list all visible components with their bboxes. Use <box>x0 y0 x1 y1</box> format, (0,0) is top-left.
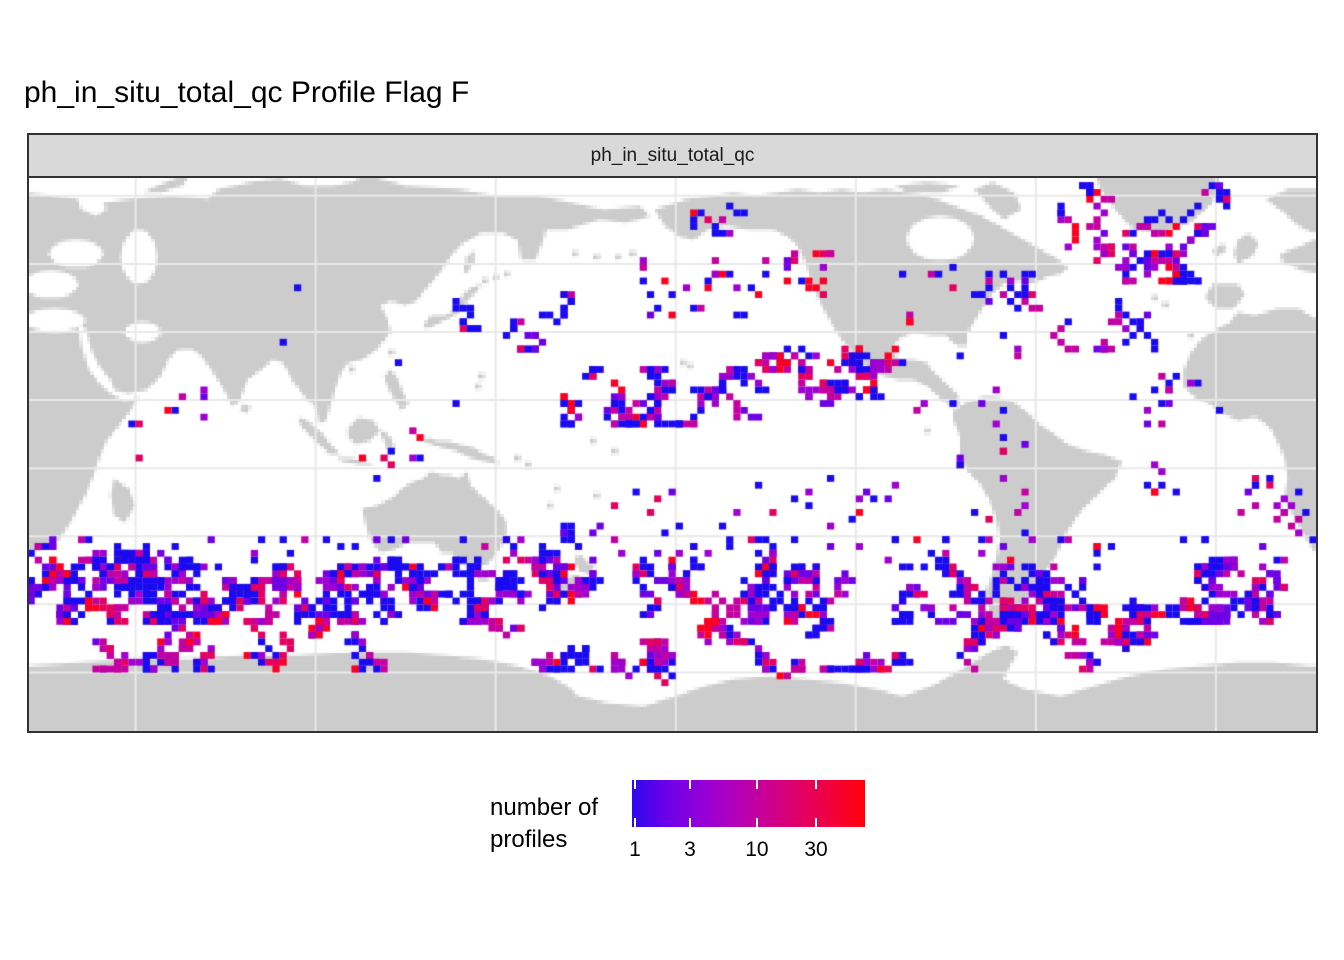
colorbar-tick-label: 10 <box>745 838 768 862</box>
legend-title-line1: number of <box>490 792 598 824</box>
figure: ph_in_situ_total_qc Profile Flag F ph_in… <box>0 0 1344 960</box>
colorbar-tick-mark <box>756 818 758 827</box>
map-panel <box>27 176 1318 733</box>
colorbar-tick-mark <box>689 818 691 827</box>
legend-colorbar <box>632 780 865 827</box>
colorbar-tick-mark <box>634 818 636 827</box>
colorbar-tick-mark <box>634 780 636 789</box>
facet-strip-label: ph_in_situ_total_qc <box>591 145 755 167</box>
colorbar-tick-label: 1 <box>629 838 641 862</box>
colorbar-tick-mark <box>815 818 817 827</box>
figure-title: ph_in_situ_total_qc Profile Flag F <box>24 76 469 110</box>
facet-strip: ph_in_situ_total_qc <box>27 133 1318 178</box>
legend-title: number of profiles <box>490 792 598 856</box>
colorbar-tick-mark <box>815 780 817 789</box>
legend-title-line2: profiles <box>490 824 598 856</box>
legend-tick-labels: 1 3 10 30 <box>632 838 865 862</box>
world-map-canvas <box>29 178 1316 731</box>
colorbar-tick-label: 3 <box>684 838 696 862</box>
colorbar-tick-mark <box>756 780 758 789</box>
colorbar-tick-label: 30 <box>804 838 827 862</box>
colorbar-tick-mark <box>689 780 691 789</box>
